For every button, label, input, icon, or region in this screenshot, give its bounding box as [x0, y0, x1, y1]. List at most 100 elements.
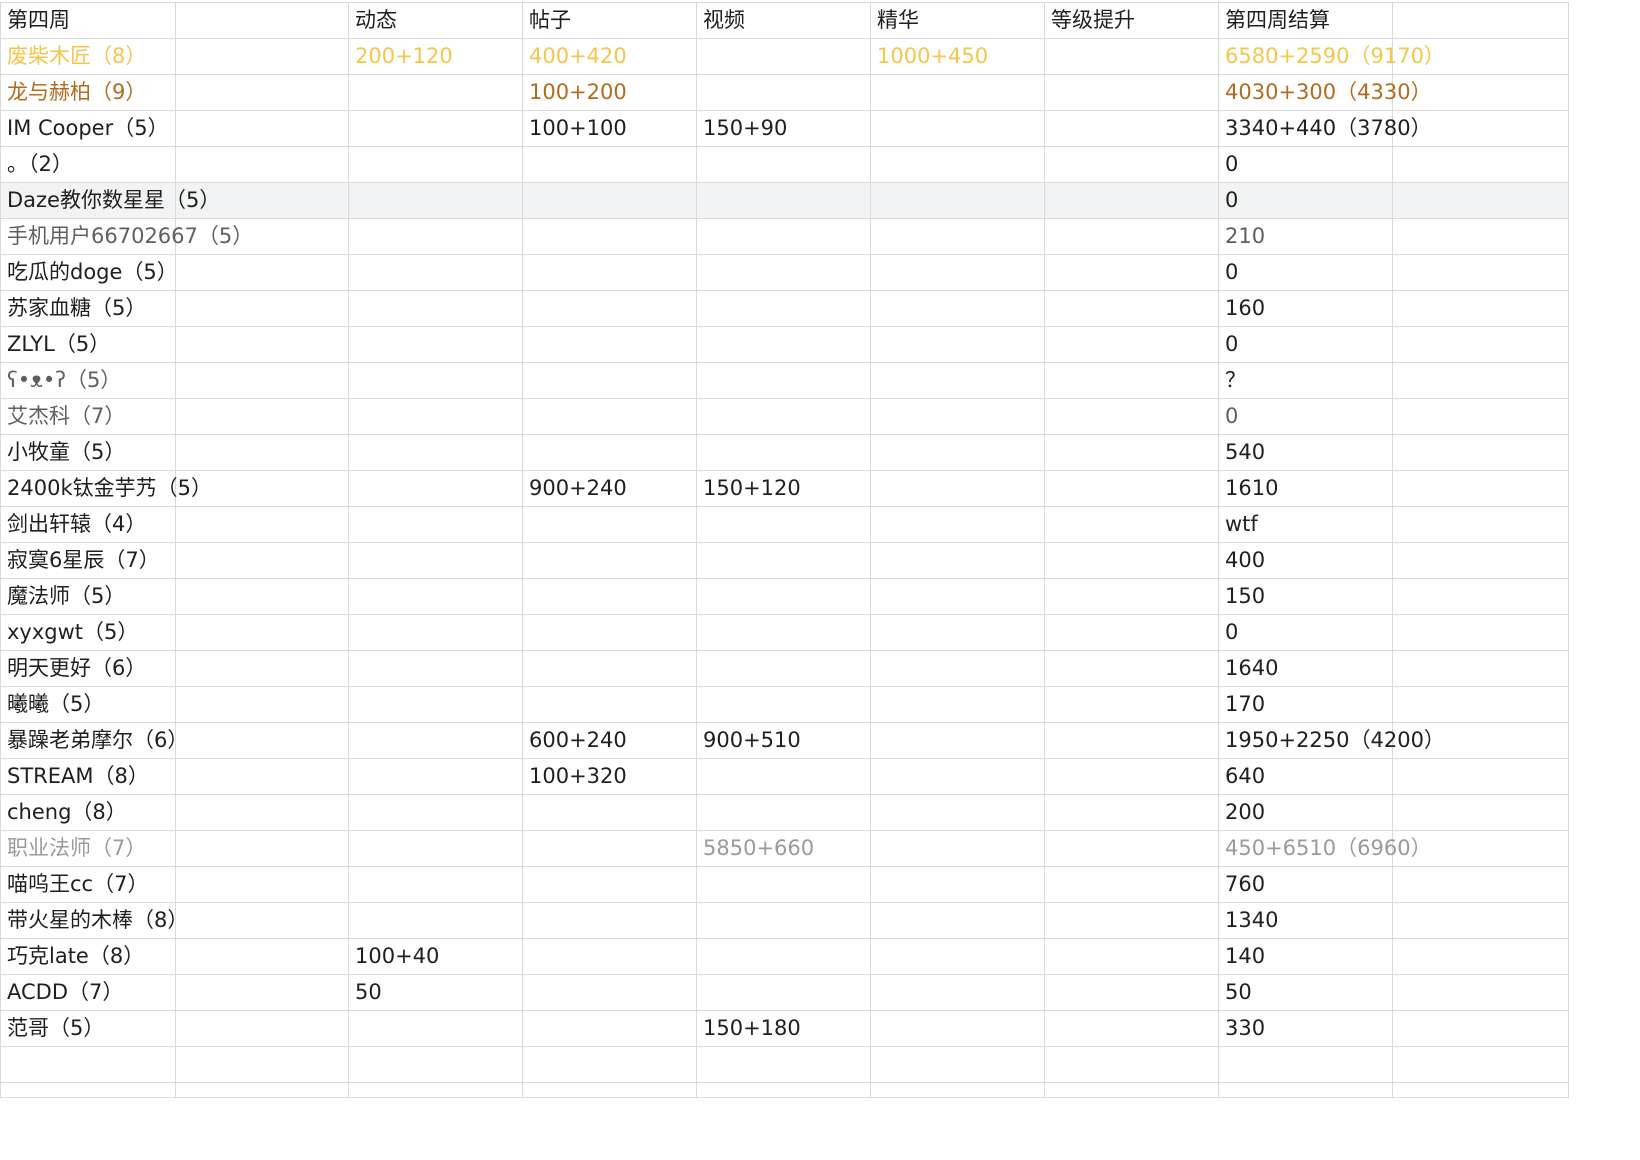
- tiezi-cell[interactable]: [522, 902, 697, 939]
- dongtai-cell[interactable]: [348, 290, 523, 327]
- tiezi-cell[interactable]: [522, 398, 697, 435]
- jiesuan-cell[interactable]: 150: [1218, 578, 1393, 615]
- tiezi-cell[interactable]: 600+240: [522, 722, 697, 759]
- dongtai-cell[interactable]: [348, 398, 523, 435]
- shipin-cell[interactable]: [696, 938, 871, 975]
- empty-cell[interactable]: [175, 1046, 349, 1083]
- dengji-cell[interactable]: [1044, 830, 1219, 867]
- blank-cell[interactable]: [175, 866, 349, 903]
- dengji-cell[interactable]: [1044, 326, 1219, 363]
- empty-cell[interactable]: [696, 1082, 871, 1098]
- jinghua-cell[interactable]: 1000+450: [870, 38, 1045, 75]
- name-cell[interactable]: 带火星的木棒（8）: [0, 902, 188, 939]
- dongtai-cell[interactable]: [348, 470, 523, 507]
- dengji-cell[interactable]: [1044, 542, 1219, 579]
- shipin-cell[interactable]: [696, 434, 871, 471]
- jiesuan-cell[interactable]: 450+6510（6960）: [1218, 830, 1432, 867]
- tiezi-cell[interactable]: 400+420: [522, 38, 697, 75]
- jiesuan-cell[interactable]: 200: [1218, 794, 1393, 831]
- jiesuan-cell[interactable]: 0: [1218, 182, 1393, 219]
- shipin-cell[interactable]: [696, 902, 871, 939]
- dengji-cell[interactable]: [1044, 182, 1219, 219]
- jinghua-cell[interactable]: [870, 578, 1045, 615]
- extra-cell[interactable]: [1392, 902, 1569, 939]
- extra-cell[interactable]: [1392, 254, 1569, 291]
- dongtai-cell[interactable]: [348, 794, 523, 831]
- extra-cell[interactable]: [1392, 218, 1569, 255]
- header-cell-dengji[interactable]: 等级提升: [1044, 2, 1219, 39]
- empty-cell[interactable]: [348, 1082, 523, 1098]
- extra-cell[interactable]: [1392, 758, 1569, 795]
- dengji-cell[interactable]: [1044, 758, 1219, 795]
- shipin-cell[interactable]: [696, 794, 871, 831]
- dongtai-cell[interactable]: 100+40: [348, 938, 523, 975]
- dongtai-cell[interactable]: [348, 686, 523, 723]
- blank-cell[interactable]: [175, 938, 349, 975]
- blank-cell[interactable]: [175, 902, 349, 939]
- dongtai-cell[interactable]: [348, 110, 523, 147]
- blank-cell[interactable]: [175, 542, 349, 579]
- jiesuan-cell[interactable]: 3340+440（3780）: [1218, 110, 1432, 147]
- name-cell[interactable]: 巧克late（8）: [0, 938, 176, 975]
- dongtai-cell[interactable]: [348, 866, 523, 903]
- name-cell[interactable]: 手机用户66702667（5）: [0, 218, 253, 255]
- empty-cell[interactable]: [870, 1046, 1045, 1083]
- shipin-cell[interactable]: [696, 326, 871, 363]
- empty-cell[interactable]: [0, 1046, 176, 1083]
- dengji-cell[interactable]: [1044, 506, 1219, 543]
- extra-cell[interactable]: [1392, 650, 1569, 687]
- empty-cell[interactable]: [696, 1046, 871, 1083]
- blank-cell[interactable]: [175, 110, 349, 147]
- blank-cell[interactable]: [175, 722, 349, 759]
- extra-cell[interactable]: [1392, 614, 1569, 651]
- dongtai-cell[interactable]: 50: [348, 974, 523, 1011]
- dongtai-cell[interactable]: [348, 182, 523, 219]
- dengji-cell[interactable]: [1044, 290, 1219, 327]
- blank-cell[interactable]: [175, 614, 349, 651]
- jinghua-cell[interactable]: [870, 866, 1045, 903]
- jinghua-cell[interactable]: [870, 110, 1045, 147]
- jinghua-cell[interactable]: [870, 650, 1045, 687]
- jinghua-cell[interactable]: [870, 830, 1045, 867]
- jiesuan-cell[interactable]: 4030+300（4330）: [1218, 74, 1432, 111]
- tiezi-cell[interactable]: [522, 326, 697, 363]
- tiezi-cell[interactable]: [522, 974, 697, 1011]
- name-cell[interactable]: 寂寞6星辰（7）: [0, 542, 176, 579]
- shipin-cell[interactable]: [696, 254, 871, 291]
- dongtai-cell[interactable]: [348, 434, 523, 471]
- extra-cell[interactable]: [1392, 506, 1569, 543]
- tiezi-cell[interactable]: [522, 218, 697, 255]
- dongtai-cell[interactable]: 200+120: [348, 38, 523, 75]
- jinghua-cell[interactable]: [870, 470, 1045, 507]
- tiezi-cell[interactable]: 100+100: [522, 110, 697, 147]
- name-cell[interactable]: 暴躁老弟摩尔（6）: [0, 722, 188, 759]
- dengji-cell[interactable]: [1044, 578, 1219, 615]
- shipin-cell[interactable]: [696, 542, 871, 579]
- name-cell[interactable]: 龙与赫柏（9）: [0, 74, 176, 111]
- dengji-cell[interactable]: [1044, 722, 1219, 759]
- shipin-cell[interactable]: [696, 74, 871, 111]
- jinghua-cell[interactable]: [870, 218, 1045, 255]
- jinghua-cell[interactable]: [870, 146, 1045, 183]
- jinghua-cell[interactable]: [870, 722, 1045, 759]
- empty-cell[interactable]: [1392, 1046, 1569, 1083]
- empty-cell[interactable]: [1044, 1082, 1219, 1098]
- jiesuan-cell[interactable]: 1340: [1218, 902, 1393, 939]
- extra-cell[interactable]: [1392, 938, 1569, 975]
- dengji-cell[interactable]: [1044, 866, 1219, 903]
- jiesuan-cell[interactable]: 1950+2250（4200）: [1218, 722, 1445, 759]
- dongtai-cell[interactable]: [348, 578, 523, 615]
- dongtai-cell[interactable]: [348, 326, 523, 363]
- shipin-cell[interactable]: [696, 866, 871, 903]
- dongtai-cell[interactable]: [348, 614, 523, 651]
- jinghua-cell[interactable]: [870, 290, 1045, 327]
- dongtai-cell[interactable]: [348, 362, 523, 399]
- dongtai-cell[interactable]: [348, 722, 523, 759]
- jiesuan-cell[interactable]: 0: [1218, 254, 1393, 291]
- shipin-cell[interactable]: [696, 290, 871, 327]
- extra-cell[interactable]: [1392, 542, 1569, 579]
- shipin-cell[interactable]: 900+510: [696, 722, 871, 759]
- dengji-cell[interactable]: [1044, 974, 1219, 1011]
- dengji-cell[interactable]: [1044, 938, 1219, 975]
- shipin-cell[interactable]: 150+120: [696, 470, 871, 507]
